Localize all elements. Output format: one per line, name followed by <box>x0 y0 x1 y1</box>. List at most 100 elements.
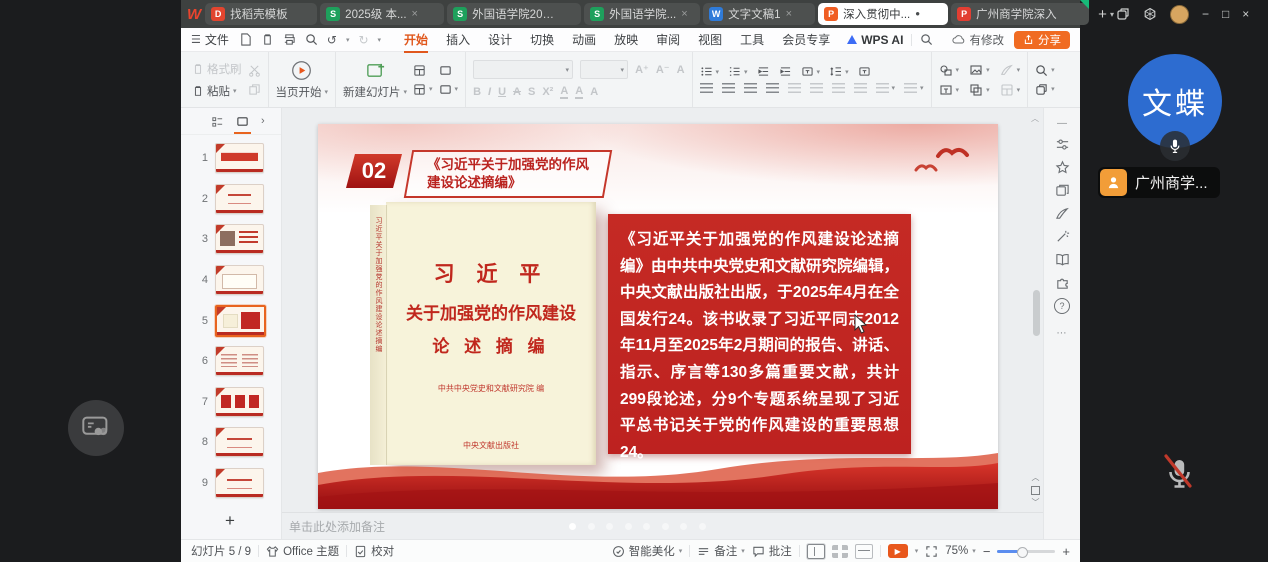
slide-item-5-selected[interactable]: 5 <box>181 300 281 341</box>
insert-image-button[interactable]: ▾ <box>969 63 990 77</box>
insert-shapes-button[interactable]: ▾ <box>939 63 960 77</box>
vertical-scrollbar[interactable] <box>1033 290 1040 336</box>
help-icon[interactable]: ? <box>1054 298 1070 314</box>
increase-indent-button[interactable] <box>779 66 792 77</box>
numbering-button[interactable]: ▾ <box>728 66 748 77</box>
clear-format-button[interactable]: A <box>677 64 685 76</box>
align-center-button[interactable] <box>722 83 735 93</box>
slide-canvas[interactable]: 02 《习近平关于加强党的作风 建设论述摘编》 习 近 平 关于加强党的作风建设… <box>318 124 998 509</box>
redo-button[interactable]: ↻ <box>358 33 368 47</box>
new-tab-button[interactable]: + ▾ <box>1098 6 1114 23</box>
reading-view-button[interactable] <box>855 544 873 559</box>
section-button[interactable]: ▾ <box>413 83 433 96</box>
slideshow-play-button[interactable]: ▶ <box>888 544 908 558</box>
comments-button[interactable]: 批注 <box>752 543 792 559</box>
tab-spreadsheet-college2[interactable]: S 外国语学院... × <box>584 3 700 25</box>
menu-member[interactable]: 会员专享 <box>773 28 839 51</box>
cut-button[interactable] <box>248 64 261 77</box>
strikethrough-button[interactable]: A <box>513 86 521 98</box>
slide-position-icon[interactable] <box>1031 486 1040 495</box>
more-caret-icon[interactable]: ▾ <box>378 36 382 44</box>
bold-button[interactable]: B <box>473 86 481 98</box>
slide-item-3[interactable]: 3 <box>181 219 281 260</box>
muted-microphone-indicator[interactable] <box>1158 450 1196 494</box>
slide-item-4[interactable]: 4 <box>181 260 281 301</box>
signature-pen-icon[interactable] <box>1055 206 1070 221</box>
copy-layers-icon[interactable] <box>1055 183 1070 198</box>
proofing-button[interactable]: 校对 <box>354 543 394 559</box>
chevron-down-icon[interactable]: ▾ <box>915 547 919 555</box>
columns-button[interactable] <box>810 83 823 93</box>
menu-animation[interactable]: 动画 <box>563 28 605 51</box>
tab-writer-doc1[interactable]: W 文字文稿1 × <box>703 3 815 25</box>
row-spacing-increase-button[interactable] <box>832 83 845 93</box>
text-direction-button[interactable] <box>858 66 871 77</box>
shadow-button[interactable]: S <box>528 86 535 98</box>
paste-button[interactable]: 粘贴 ▾ <box>192 83 242 99</box>
tab-close-icon[interactable]: × <box>681 9 687 20</box>
maximize-button[interactable]: □ <box>1222 8 1229 20</box>
align-left-button[interactable] <box>700 83 713 93</box>
fit-to-window-icon[interactable] <box>925 545 938 558</box>
underline-button[interactable]: U <box>498 86 506 98</box>
reference-book-icon[interactable] <box>1055 252 1070 267</box>
slide-item-2[interactable]: 2 <box>181 179 281 220</box>
wps-logo-icon[interactable]: W <box>187 3 201 25</box>
scroll-up-button[interactable]: ︿ <box>1031 113 1039 124</box>
wps-ai-button[interactable]: WPS AI <box>847 33 903 47</box>
slide-thumbnail[interactable] <box>215 265 264 295</box>
slide-thumbnail[interactable] <box>215 346 264 376</box>
add-slide-button[interactable]: + <box>225 511 235 531</box>
decrease-indent-button[interactable] <box>757 66 770 77</box>
section-number-badge[interactable]: 02 <box>346 154 402 188</box>
thumbnail-view-icon[interactable] <box>236 115 249 128</box>
share-button[interactable]: 分享 <box>1014 31 1070 49</box>
arrange-button[interactable]: ▾ <box>969 83 990 97</box>
tab-close-icon[interactable]: × <box>786 9 792 20</box>
tab-presentation-gz[interactable]: P 广州商学院深入 <box>951 3 1089 25</box>
menu-slideshow[interactable]: 放映 <box>605 28 647 51</box>
align-right-button[interactable] <box>744 83 757 93</box>
slide-item-9[interactable]: 9 <box>181 463 281 504</box>
section-title-box[interactable]: 《习近平关于加强党的作风 建设论述摘编》 <box>404 150 612 198</box>
text-effects-button[interactable]: A <box>590 86 598 98</box>
find-replace-button[interactable]: ▾ <box>1035 64 1055 77</box>
layout-button[interactable] <box>413 64 433 77</box>
screen-share-control-button[interactable] <box>68 400 124 456</box>
zoom-in-button[interactable]: + <box>1062 544 1070 559</box>
copy-button[interactable] <box>248 83 261 96</box>
increase-font-button[interactable]: A⁺ <box>635 63 649 76</box>
superscript-button[interactable]: X² <box>542 86 553 98</box>
normal-view-button[interactable] <box>807 544 825 559</box>
window-arrange-button[interactable]: ▾ <box>1035 83 1055 96</box>
export-icon[interactable] <box>261 33 274 46</box>
body-text-box[interactable]: 《习近平关于加强党的作风建设论述摘编》由中共中央党史和文献研究院编辑，中央文献出… <box>608 214 911 454</box>
zoom-out-button[interactable]: − <box>983 544 991 559</box>
decrease-font-button[interactable]: A⁻ <box>656 63 670 76</box>
merge-shapes-button[interactable]: ▾ <box>1000 83 1021 97</box>
tab-active-presentation[interactable]: P 深入贯彻中... ● <box>818 3 948 25</box>
beautify-wand-icon[interactable] <box>1055 229 1070 244</box>
file-menu[interactable]: ☰ 文件 <box>191 31 229 48</box>
slide-thumbnail[interactable] <box>215 184 264 214</box>
tab-close-icon[interactable]: × <box>412 9 418 20</box>
new-slide-button[interactable]: 新建幻灯片 ▾ <box>343 60 407 100</box>
menu-transitions[interactable]: 切换 <box>521 28 563 51</box>
slide-thumbnail[interactable] <box>215 468 264 498</box>
notes-toggle-button[interactable]: 备注 ▾ <box>697 543 745 559</box>
slide-size-button[interactable]: ▾ <box>439 83 459 96</box>
account-avatar[interactable] <box>1170 5 1189 24</box>
slide-thumbnail[interactable] <box>215 143 264 173</box>
highlight-ab-button[interactable]: ▾ <box>801 66 821 77</box>
menu-review[interactable]: 审阅 <box>647 28 689 51</box>
slide-item-1[interactable]: 1 <box>181 138 281 179</box>
theme-button[interactable]: Office 主题 <box>266 543 339 559</box>
format-painter-button[interactable]: 格式刷 <box>192 61 242 77</box>
collapse-panel-icon[interactable]: › <box>261 115 265 127</box>
slide-item-6[interactable]: 6 <box>181 341 281 382</box>
menu-home[interactable]: 开始 <box>395 28 437 51</box>
slide-thumbnail[interactable] <box>215 427 264 457</box>
font-color-button[interactable]: A <box>560 85 568 99</box>
close-button[interactable]: × <box>1242 8 1249 20</box>
modified-status[interactable]: 有修改 <box>952 32 1005 48</box>
